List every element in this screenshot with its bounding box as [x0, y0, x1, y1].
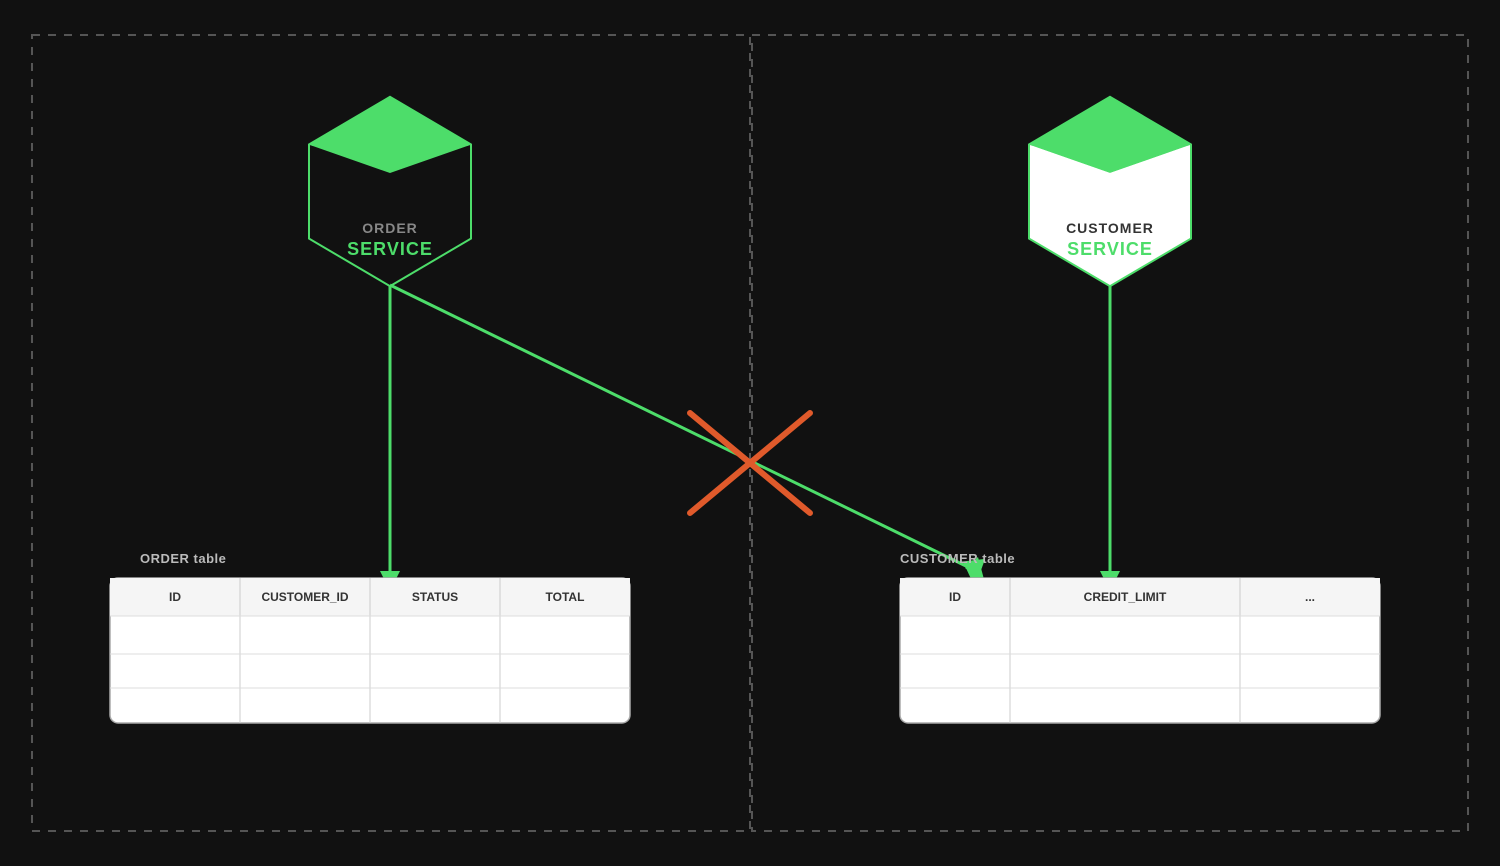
order-service-top-label: ORDER: [362, 220, 418, 236]
customer-table-col-credit-limit: CREDIT_LIMIT: [1084, 590, 1167, 604]
customer-table-col-id: ID: [949, 590, 961, 604]
customer-table-col-more: ...: [1305, 590, 1315, 604]
order-table-col-status: STATUS: [412, 590, 458, 604]
diagram-svg: ORDER SERVICE CUSTOMER SERVICE: [30, 33, 1470, 833]
customer-service-bottom-label: SERVICE: [1067, 239, 1153, 259]
order-table-col-total: TOTAL: [546, 590, 585, 604]
main-container: ORDER SERVICE CUSTOMER SERVICE: [0, 0, 1500, 866]
diagram-panels: ORDER SERVICE CUSTOMER SERVICE: [30, 33, 1470, 833]
order-table-col-customer-id: CUSTOMER_ID: [261, 590, 348, 604]
order-table-label: ORDER table: [140, 551, 226, 566]
order-service-bottom-label: SERVICE: [347, 239, 433, 259]
order-table-col-id: ID: [169, 590, 181, 604]
customer-table-label: CUSTOMER table: [900, 551, 1015, 566]
customer-service-top-label: CUSTOMER: [1066, 220, 1154, 236]
